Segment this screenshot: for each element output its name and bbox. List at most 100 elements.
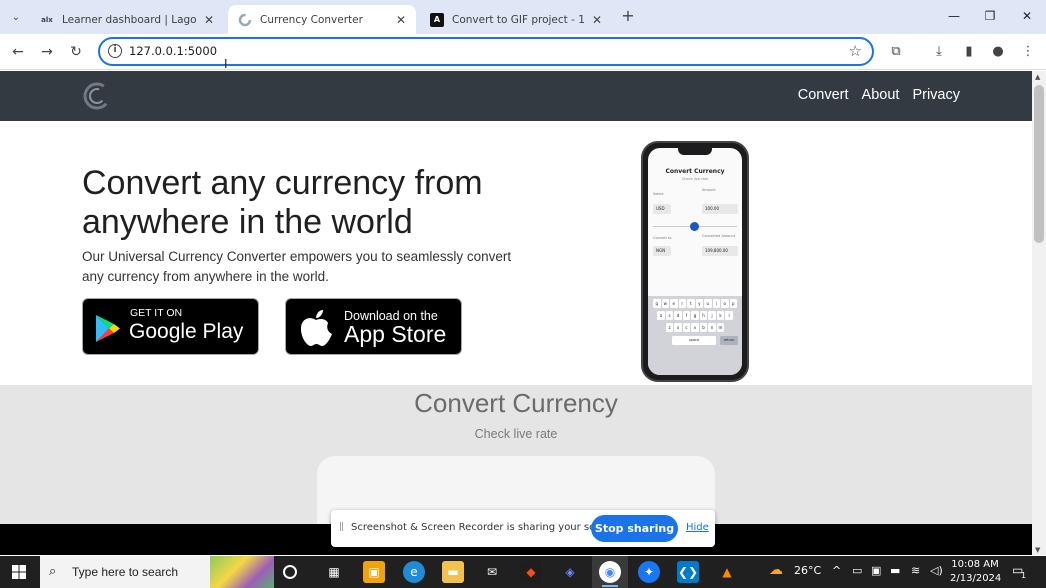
tab-learner-dashboard[interactable]: alx Learner dashboard | Lagos Intra ✕ bbox=[30, 5, 224, 34]
back-arrow-icon[interactable]: ← bbox=[6, 40, 30, 64]
chevron-up-icon[interactable]: ^ bbox=[832, 564, 841, 577]
vlc-icon[interactable]: ▲ bbox=[716, 561, 738, 583]
file-explorer-icon[interactable]: ▬ bbox=[442, 561, 464, 583]
app-store-button[interactable]: Download on the App Store bbox=[285, 298, 462, 355]
keyboard-key: b bbox=[699, 323, 708, 332]
new-tab-button[interactable]: + bbox=[619, 7, 637, 25]
alx-favicon-icon: alx bbox=[41, 15, 53, 24]
tray-app-icon[interactable]: ▭ bbox=[852, 564, 862, 577]
task-view-icon[interactable]: ▦ bbox=[323, 561, 345, 583]
screen-share-bar: || Screenshot & Screen Recorder is shari… bbox=[331, 510, 715, 547]
extensions-icon[interactable]: ⧉ bbox=[886, 42, 906, 62]
chrome-icon[interactable]: ◉ bbox=[599, 561, 621, 583]
phone-keyboard: qwertyuiop asdfghjkl zxcvbnm space retur… bbox=[648, 296, 742, 375]
tab-convert-to-gif[interactable]: A Convert to GIF project - 13 Feb ✕ bbox=[420, 5, 612, 34]
text-cursor-icon: I bbox=[224, 57, 228, 71]
messenger-icon[interactable]: ✦ bbox=[638, 561, 660, 583]
nav-link-about[interactable]: About bbox=[862, 87, 900, 103]
edge-icon[interactable]: e bbox=[403, 561, 425, 583]
download-icon[interactable]: ⤓ bbox=[929, 42, 949, 62]
taskbar-search-placeholder: Type here to search bbox=[72, 565, 179, 579]
temperature-text[interactable]: 26°C bbox=[794, 564, 821, 577]
drag-handle-icon[interactable]: || bbox=[339, 522, 344, 532]
vscode-icon[interactable]: ❮❯ bbox=[677, 561, 699, 583]
asana-favicon-icon: A bbox=[430, 12, 444, 27]
mail-icon[interactable]: ✉ bbox=[481, 561, 503, 583]
windows-taskbar: ⌕ Type here to search ▦ ▣ e ▬ ✉ ◆ ◈ ◉ ✦ … bbox=[0, 556, 1046, 588]
tab-search-button[interactable]: ⌄ bbox=[6, 7, 26, 27]
google-play-small-text: GET IT ON bbox=[130, 307, 183, 319]
notification-count: 1 bbox=[1021, 571, 1027, 580]
stop-sharing-button[interactable]: Stop sharing bbox=[591, 515, 678, 542]
convert-section-subtitle: Check live rate bbox=[474, 427, 558, 441]
windows-start-icon[interactable] bbox=[12, 565, 26, 579]
scroll-up-arrow-icon[interactable]: ▲ bbox=[1035, 73, 1040, 81]
phone-mockup: Convert Currency Check live rate Select … bbox=[641, 141, 749, 382]
tab-title: Convert to GIF project - 13 Feb bbox=[452, 13, 584, 26]
clock-time: 10:08 AM bbox=[951, 559, 999, 570]
scroll-thumb[interactable] bbox=[1034, 85, 1044, 243]
address-bar[interactable]: i 127.0.0.1:5000 I ☆ bbox=[98, 37, 874, 71]
battery-icon[interactable]: ▬ bbox=[890, 564, 900, 577]
reload-icon[interactable]: ↻ bbox=[64, 40, 88, 64]
phone-notch bbox=[678, 148, 712, 155]
close-tab-icon[interactable]: ✕ bbox=[204, 13, 214, 27]
phone-select-label: Select bbox=[653, 192, 664, 196]
keyboard-key: l bbox=[725, 311, 733, 320]
forward-arrow-icon[interactable]: → bbox=[35, 40, 59, 64]
phone-to-currency: NGN bbox=[653, 246, 671, 256]
keyboard-key: k bbox=[716, 311, 725, 320]
keyboard-key: g bbox=[691, 311, 699, 320]
tab-title: Currency Converter bbox=[260, 13, 363, 26]
close-window-button[interactable]: ✕ bbox=[1017, 6, 1037, 26]
menu-kebab-icon[interactable]: ⋮ bbox=[1018, 42, 1038, 62]
tab-currency-converter[interactable]: Currency Converter ✕ bbox=[228, 5, 416, 34]
phone-converted-label: Converted Amount bbox=[702, 234, 736, 238]
apple-icon bbox=[301, 310, 332, 346]
site-info-icon[interactable]: i bbox=[108, 44, 122, 58]
phone-subtitle: Check live rate bbox=[681, 177, 709, 181]
clock-date: 2/13/2024 bbox=[950, 573, 1002, 584]
search-highlight-image bbox=[210, 556, 274, 588]
keyboard-key: j bbox=[708, 311, 716, 320]
close-tab-icon[interactable]: ✕ bbox=[592, 13, 602, 27]
hide-link[interactable]: Hide bbox=[686, 522, 709, 533]
restore-button[interactable]: ❐ bbox=[980, 6, 1000, 26]
keyboard-key: w bbox=[661, 299, 669, 308]
site-logo-icon[interactable] bbox=[82, 81, 112, 111]
phone-title: Convert Currency bbox=[665, 168, 725, 175]
profile-icon[interactable]: ● bbox=[988, 42, 1008, 62]
close-tab-icon[interactable]: ✕ bbox=[396, 13, 406, 27]
taskbar-search-box[interactable]: ⌕ Type here to search bbox=[40, 556, 274, 588]
hero-section: Convert any currency from anywhere in th… bbox=[0, 121, 1032, 385]
keyboard-key: h bbox=[699, 311, 708, 320]
convert-section-title: Convert Currency bbox=[414, 388, 618, 418]
microsoft-store-icon[interactable]: ▣ bbox=[363, 561, 385, 583]
nav-link-privacy[interactable]: Privacy bbox=[912, 87, 960, 103]
keyboard-key: x bbox=[674, 323, 682, 332]
google-play-big-text: Google Play bbox=[129, 320, 244, 343]
taskbar-clock[interactable]: 10:08 AM 2/13/2024 bbox=[950, 558, 1002, 586]
bookmark-star-icon[interactable]: ☆ bbox=[849, 42, 862, 60]
volume-icon[interactable]: ◁) bbox=[930, 564, 943, 577]
cortana-icon[interactable] bbox=[283, 565, 297, 579]
url-text[interactable]: 127.0.0.1:5000 bbox=[129, 44, 217, 58]
keyboard-key: v bbox=[691, 323, 699, 332]
keyboard-space-key: space bbox=[672, 336, 716, 345]
wifi-icon[interactable]: ≋ bbox=[911, 564, 920, 577]
scroll-down-arrow-icon[interactable]: ▼ bbox=[1035, 546, 1040, 554]
page-scrollbar[interactable]: ▲ ▼ bbox=[1032, 71, 1046, 555]
tray-recorder-icon[interactable]: ▣ bbox=[871, 564, 881, 577]
keyboard-key: a bbox=[657, 311, 665, 320]
minimize-button[interactable]: — bbox=[944, 6, 964, 26]
active-indicator bbox=[602, 585, 618, 587]
keyboard-key: f bbox=[682, 311, 691, 320]
weather-icon[interactable]: ☁ bbox=[769, 562, 783, 578]
google-play-button[interactable]: GET IT ON Google Play bbox=[82, 298, 259, 355]
vpn-icon[interactable]: ◈ bbox=[559, 561, 581, 583]
keyboard-key: i bbox=[712, 299, 720, 308]
nav-link-convert[interactable]: Convert bbox=[798, 87, 849, 103]
figma-icon[interactable]: ◆ bbox=[520, 561, 542, 583]
side-panel-icon[interactable]: ▮ bbox=[959, 42, 979, 62]
convert-section: Convert Currency Check live rate bbox=[0, 385, 1032, 546]
